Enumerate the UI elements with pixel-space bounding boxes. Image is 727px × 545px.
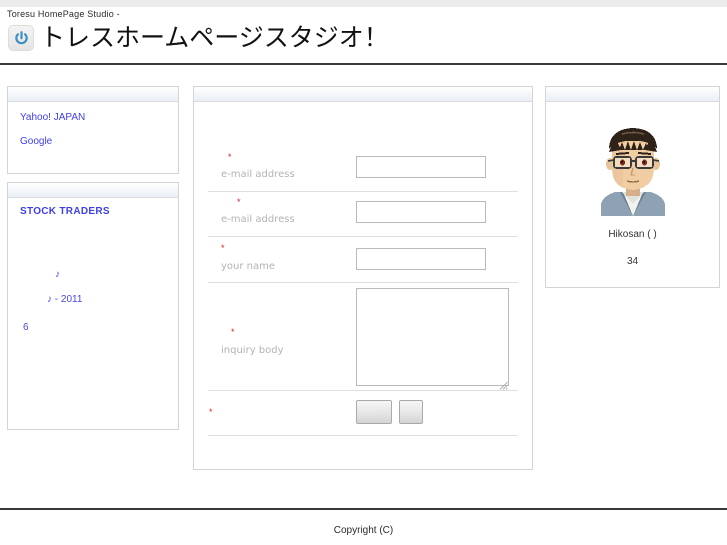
stock-traders-panel: STOCK TRADERS ♪ ♪ - 2011 6	[7, 182, 179, 430]
brand-row[interactable]: トレスホームページスタジオ！	[8, 24, 389, 52]
form-top-spacer	[194, 102, 532, 147]
avatar	[589, 124, 677, 216]
sidebar-link-google[interactable]: Google	[20, 136, 168, 147]
required-marker: *	[231, 327, 235, 337]
profile-age: 34	[626, 256, 639, 267]
browser-chrome-strip	[0, 0, 727, 7]
profile-name: Hikosan ( )	[608, 229, 657, 240]
links-panel: Yahoo! JAPAN Google	[7, 86, 179, 174]
page-header: Toresu HomePage Studio - トレスホームページスタジオ！	[0, 7, 727, 65]
stock-note-1[interactable]: ♪	[55, 269, 168, 280]
power-icon	[8, 25, 34, 51]
email-field-1[interactable]	[356, 156, 486, 178]
stock-note-2[interactable]: ♪ - 2011	[47, 294, 168, 305]
field-label-email-2: e-mail address	[221, 214, 295, 225]
required-marker: *	[237, 197, 241, 207]
stock-note-3[interactable]: 6	[23, 322, 168, 333]
content-area: Yahoo! JAPAN Google STOCK TRADERS ♪ ♪ - …	[0, 86, 727, 506]
sidebar-link-yahoo[interactable]: Yahoo! JAPAN	[20, 112, 168, 123]
contact-form: * e-mail address * e-mail address * your…	[194, 102, 532, 436]
form-row-inquiry: * inquiry body	[208, 283, 518, 391]
panel-header-bar	[8, 183, 178, 198]
profile-panel-body: Hikosan ( ) 34	[546, 102, 719, 273]
form-row-name: * your name	[208, 237, 518, 283]
required-marker: *	[209, 407, 213, 417]
email-field-2[interactable]	[356, 201, 486, 223]
form-row-email-2: * e-mail address	[208, 192, 518, 237]
inquiry-body-textarea[interactable]	[356, 288, 509, 386]
contact-form-panel: * e-mail address * e-mail address * your…	[193, 86, 533, 470]
required-marker: *	[228, 152, 232, 162]
panel-header-bar	[194, 87, 532, 102]
required-marker: *	[221, 243, 225, 253]
profile-panel: Hikosan ( ) 34	[545, 86, 720, 288]
page-title: トレスホームページスタジオ！	[40, 23, 389, 52]
panel-header-bar	[546, 87, 719, 102]
site-subtitle: Toresu HomePage Studio -	[7, 9, 120, 19]
field-label-name: your name	[221, 261, 276, 272]
form-row-email-1: * e-mail address	[208, 147, 518, 192]
page-footer: Copyright (C)	[0, 508, 727, 545]
name-field[interactable]	[356, 248, 486, 270]
field-label-email-1: e-mail address	[221, 169, 295, 180]
field-label-inquiry: inquiry body	[221, 345, 284, 356]
submit-button[interactable]	[356, 400, 392, 424]
copyright-text: Copyright (C)	[333, 525, 394, 536]
reset-button[interactable]	[399, 400, 423, 424]
panel-header-bar	[8, 87, 178, 102]
links-panel-body: Yahoo! JAPAN Google	[8, 102, 178, 153]
stock-traders-heading[interactable]: STOCK TRADERS	[20, 206, 168, 217]
stock-panel-body: STOCK TRADERS ♪ ♪ - 2011 6	[8, 206, 178, 333]
form-row-actions: *	[208, 391, 518, 436]
